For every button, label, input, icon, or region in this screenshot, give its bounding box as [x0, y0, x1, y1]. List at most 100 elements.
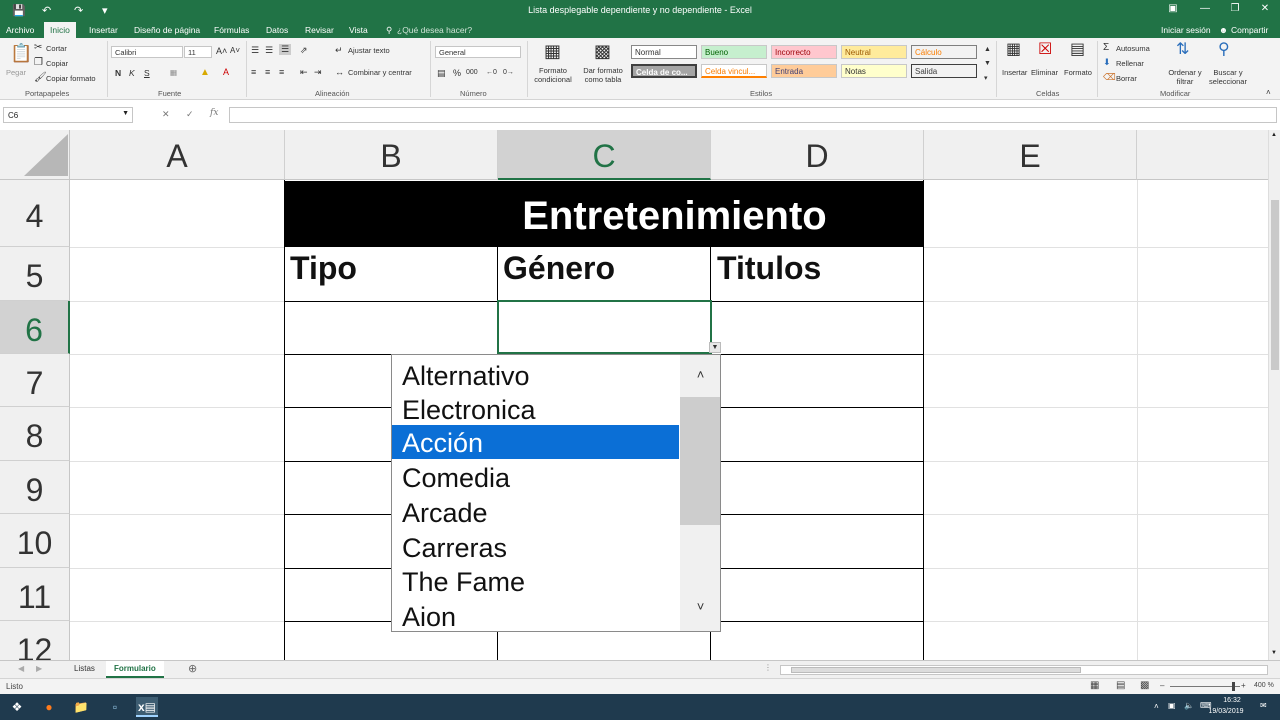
- style-notas[interactable]: Notas: [841, 64, 907, 78]
- style-calculo[interactable]: Cálculo: [911, 45, 977, 59]
- new-sheet-icon[interactable]: ⊕: [188, 662, 197, 675]
- dropdown-option-electronica[interactable]: Electronica: [392, 392, 679, 426]
- validation-dropdown-list[interactable]: Alternativo Electronica Acción Comedia A…: [391, 354, 721, 632]
- column-header-c[interactable]: C: [498, 130, 711, 180]
- cut-icon[interactable]: ✂: [34, 43, 42, 53]
- decrease-decimal-icon[interactable]: 0→: [503, 69, 514, 76]
- notifications-icon[interactable]: ✉: [1260, 701, 1267, 710]
- dropdown-option-accion[interactable]: Acción: [392, 425, 679, 459]
- sort-filter-icon[interactable]: ⇅: [1176, 42, 1189, 58]
- volume-icon[interactable]: 🔈: [1184, 701, 1194, 710]
- ribbon-display-icon[interactable]: ▣: [1160, 3, 1186, 14]
- normal-view-icon[interactable]: ▦: [1090, 680, 1099, 691]
- name-box[interactable]: C6 ▼: [3, 107, 133, 123]
- horizontal-scroll-thumb[interactable]: [791, 667, 1081, 673]
- increase-decimal-icon[interactable]: ←0: [486, 69, 497, 76]
- font-color-icon[interactable]: A: [223, 67, 229, 77]
- windows-start-icon[interactable]: ❖: [6, 697, 28, 717]
- app-icon[interactable]: ▫: [104, 697, 126, 717]
- style-neutral[interactable]: Neutral: [841, 45, 907, 59]
- find-select-icon[interactable]: ⚲: [1218, 42, 1230, 58]
- tab-archivo[interactable]: Archivo: [6, 25, 34, 35]
- align-top-icon[interactable]: ☰: [251, 45, 259, 56]
- fill-color-icon[interactable]: ▲: [200, 67, 210, 78]
- style-celda-vinculada[interactable]: Celda vincul...: [701, 64, 767, 78]
- column-header-f[interactable]: F: [1137, 130, 1268, 180]
- conditional-format-icon[interactable]: ▦: [544, 42, 561, 60]
- autosum-button[interactable]: Autosuma: [1116, 44, 1150, 53]
- scroll-down-icon[interactable]: ▼: [1271, 650, 1277, 656]
- dropdown-scroll-down-icon[interactable]: ˅: [680, 599, 720, 614]
- format-cells-icon[interactable]: ▤: [1070, 42, 1085, 58]
- bold-button[interactable]: N: [115, 68, 121, 78]
- prev-sheet-icon[interactable]: ◀: [18, 664, 24, 673]
- paste-icon[interactable]: 📋: [10, 44, 32, 62]
- formula-input[interactable]: [229, 107, 1277, 123]
- row-header-4[interactable]: 4: [0, 180, 70, 247]
- insert-cells-button[interactable]: Insertar: [1002, 68, 1027, 77]
- percent-icon[interactable]: %: [453, 68, 461, 78]
- format-as-table-button[interactable]: Dar formato como tabla: [578, 66, 628, 84]
- styles-scroll-up-icon[interactable]: ▲: [984, 46, 991, 53]
- fill-button[interactable]: Rellenar: [1116, 59, 1144, 68]
- file-explorer-icon[interactable]: 📁: [70, 697, 92, 717]
- dropdown-option-aion[interactable]: Aion: [392, 599, 679, 631]
- autosum-icon[interactable]: Σ: [1103, 42, 1109, 53]
- style-celda-comprobacion[interactable]: Celda de co...: [631, 64, 697, 78]
- number-format-select[interactable]: General: [435, 46, 521, 58]
- page-break-view-icon[interactable]: ▩: [1140, 680, 1149, 691]
- style-salida[interactable]: Salida: [911, 64, 977, 78]
- sort-filter-button[interactable]: Ordenar y filtrar: [1165, 68, 1205, 86]
- conditional-format-button[interactable]: Formato condicional: [528, 66, 578, 84]
- collapse-ribbon-icon[interactable]: ˄: [1266, 88, 1271, 97]
- delete-cells-button[interactable]: Eliminar: [1031, 68, 1058, 77]
- tab-vista[interactable]: Vista: [349, 25, 368, 35]
- align-center-icon[interactable]: ≡: [265, 67, 270, 77]
- sheet-tab-formulario[interactable]: Formulario: [106, 661, 164, 678]
- row-header-11[interactable]: 11: [0, 568, 70, 621]
- sign-in-link[interactable]: Iniciar sesión: [1161, 25, 1211, 35]
- wrap-text-button[interactable]: Ajustar texto: [348, 46, 390, 55]
- clock-time[interactable]: 16:32: [1212, 697, 1252, 704]
- column-header-a[interactable]: A: [70, 130, 285, 180]
- italic-button[interactable]: K: [129, 68, 135, 78]
- format-cells-button[interactable]: Formato: [1064, 68, 1092, 77]
- shrink-font-icon[interactable]: A˅: [230, 46, 240, 55]
- font-name-select[interactable]: Calibri: [111, 46, 183, 58]
- column-header-e[interactable]: E: [924, 130, 1137, 180]
- tell-me-box[interactable]: ¿Qué desea hacer?: [397, 25, 472, 35]
- format-painter-button[interactable]: Copiar formato: [46, 74, 96, 83]
- scroll-up-icon[interactable]: ▲: [1271, 132, 1277, 138]
- style-normal[interactable]: Normal: [631, 45, 697, 59]
- copy-icon[interactable]: ❐: [34, 58, 43, 68]
- format-painter-icon[interactable]: 🖌: [34, 73, 47, 83]
- align-right-icon[interactable]: ≡: [279, 67, 284, 77]
- styles-more-icon[interactable]: ▾: [984, 74, 988, 82]
- row-header-5[interactable]: 5: [0, 247, 70, 301]
- zoom-out-icon[interactable]: –: [1160, 681, 1164, 690]
- network-icon[interactable]: ▣: [1168, 701, 1176, 710]
- zoom-slider-thumb[interactable]: [1232, 682, 1235, 691]
- tab-inicio[interactable]: Inicio: [44, 22, 76, 38]
- tray-chevron-icon[interactable]: ˄: [1154, 702, 1159, 711]
- find-select-button[interactable]: Buscar y seleccionar: [1205, 68, 1251, 86]
- accounting-format-icon[interactable]: ▤: [437, 68, 446, 79]
- borders-icon[interactable]: ▦: [170, 68, 177, 77]
- clear-button[interactable]: Borrar: [1116, 74, 1137, 83]
- zoom-level[interactable]: 400 %: [1254, 682, 1274, 689]
- name-box-dropdown-icon[interactable]: ▼: [122, 110, 129, 117]
- tab-revisar[interactable]: Revisar: [305, 25, 334, 35]
- tab-split-handle[interactable]: ⋮: [764, 663, 772, 672]
- style-entrada[interactable]: Entrada: [771, 64, 837, 78]
- cancel-icon[interactable]: ✕: [162, 109, 170, 120]
- row-header-8[interactable]: 8: [0, 407, 70, 461]
- zoom-slider[interactable]: [1170, 686, 1240, 687]
- row-header-10[interactable]: 10: [0, 514, 70, 568]
- row-header-12[interactable]: 12: [0, 621, 70, 660]
- restore-icon[interactable]: ❐: [1222, 3, 1248, 14]
- fill-icon[interactable]: ⬇: [1103, 57, 1111, 68]
- comma-style-icon[interactable]: 000: [466, 69, 478, 76]
- dropdown-scroll-up-icon[interactable]: ˄: [680, 367, 720, 382]
- close-icon[interactable]: ✕: [1252, 3, 1278, 14]
- sheet-banner-entretenimiento[interactable]: Entretenimiento: [285, 181, 924, 247]
